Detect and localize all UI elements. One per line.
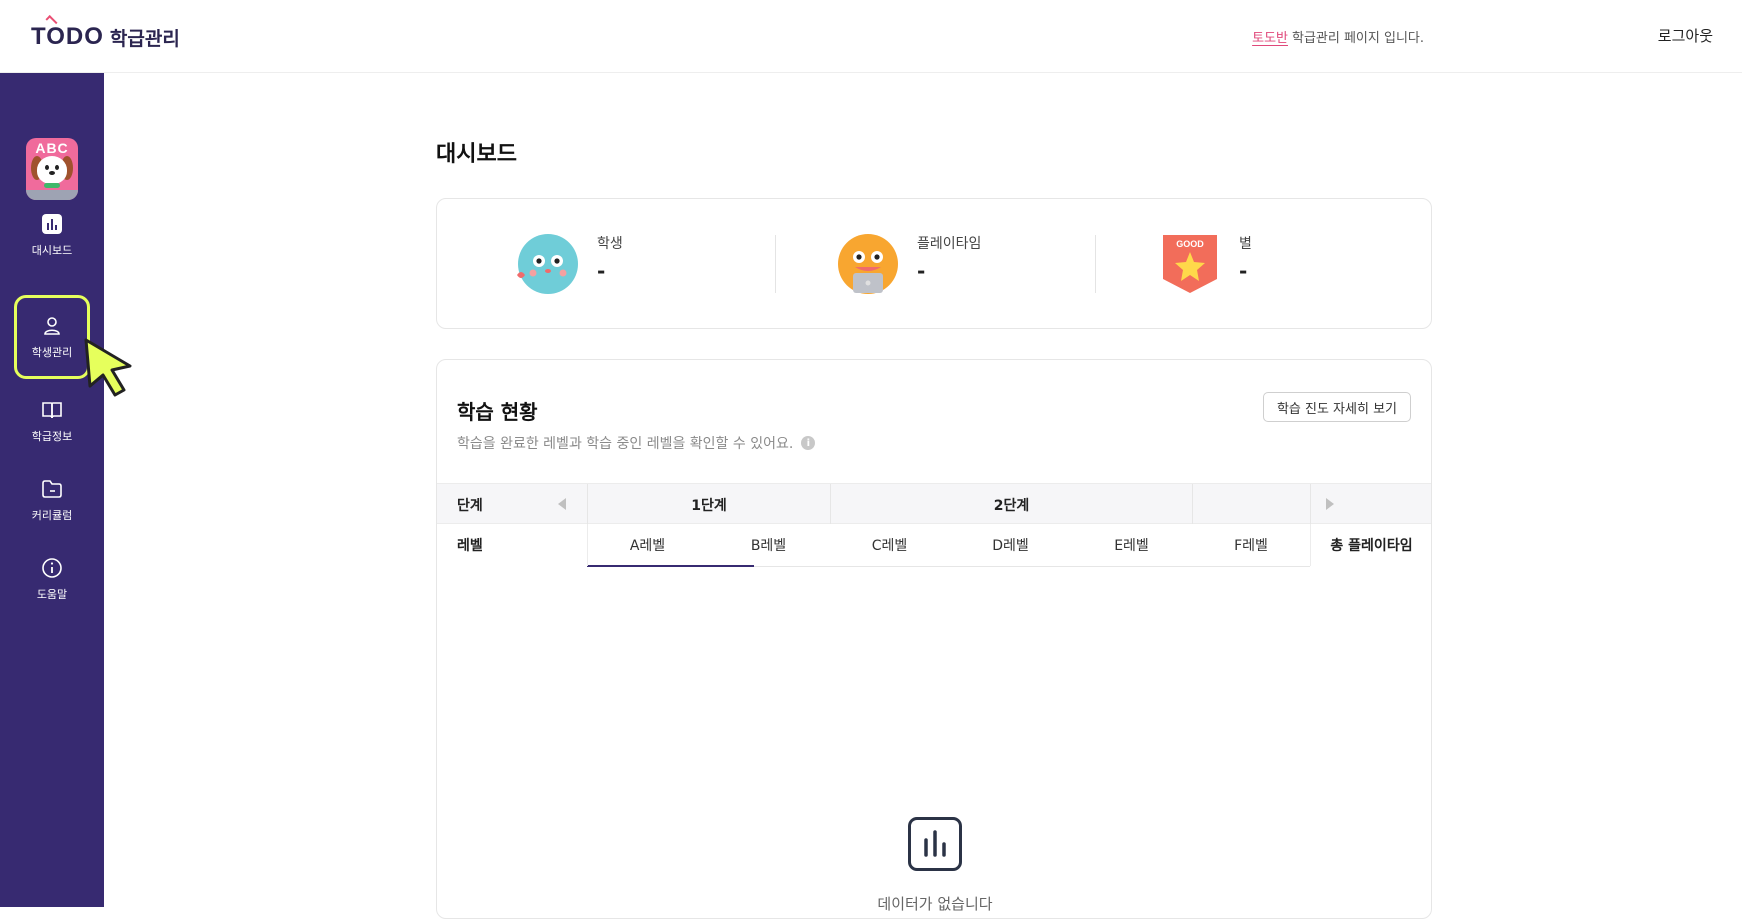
stat-value: - [1239, 259, 1248, 283]
column-separator [1310, 524, 1311, 566]
dog-eye-right [55, 165, 59, 170]
dog-face-icon [37, 156, 67, 184]
stat-students: 학생 - [517, 233, 623, 295]
stat-stars: GOOD 별 - [1159, 233, 1252, 295]
level-tab-e[interactable]: E레벨 [1071, 524, 1192, 566]
page-title: 대시보드 [436, 142, 517, 167]
blue-character-icon [517, 234, 578, 294]
stat-value: - [597, 259, 606, 283]
header-notice: 토도반 학급관리 페이지 입니다. [1252, 27, 1424, 46]
level-tab-a[interactable]: A레벨 [587, 524, 708, 566]
sidebar-item-label: 도움말 [36, 587, 68, 601]
scroll-left-arrow-icon[interactable] [558, 498, 566, 510]
class-name-link[interactable]: 토도반 [1252, 27, 1288, 46]
bar-chart-icon [42, 213, 62, 234]
info-tooltip-icon[interactable]: i [801, 436, 816, 450]
divider [1095, 235, 1096, 293]
empty-chart-icon [908, 817, 962, 871]
orange-character-icon [838, 234, 898, 294]
total-playtime-header: 총 플레이타임 [1330, 538, 1413, 554]
logo-app-name: 학급관리 [109, 27, 180, 50]
dog-collar [44, 183, 60, 188]
notice-text: 학급관리 페이지 입니다. [1292, 31, 1424, 46]
view-progress-detail-button[interactable]: 학습 진도 자세히 보기 [1262, 392, 1411, 422]
dog-eye-left [45, 165, 49, 170]
level-tab-b[interactable]: B레벨 [708, 524, 829, 566]
avatar-abc-text: ABC [35, 140, 69, 156]
stat-label: 별 [1239, 236, 1252, 252]
active-level-indicator [587, 565, 754, 567]
empty-state-message: 데이터가 없습니다 [877, 895, 993, 913]
sidebar-item-curriculum[interactable]: 커리큘럼 [14, 465, 90, 535]
sidebar-item-help[interactable]: 도움말 [14, 544, 90, 614]
avatar-base [26, 190, 78, 200]
badge-text: GOOD [1176, 239, 1204, 249]
stat-value: - [917, 259, 926, 283]
stage-col-2: 2단계 [830, 484, 1192, 525]
stage-col-empty [1192, 484, 1310, 525]
sidebar-item-label: 학생관리 [31, 345, 73, 359]
learning-progress-card: 학습 현황 학습을 완료한 레벨과 학습 중인 레벨을 확인할 수 있어요. i… [436, 359, 1432, 919]
level-header-label: 레벨 [457, 538, 483, 554]
class-avatar[interactable]: ABC [26, 138, 78, 200]
section-subtitle: 학습을 완료한 레벨과 학습 중인 레벨을 확인할 수 있어요. i [457, 433, 816, 453]
top-header: TODO 학급관리 토도반 학급관리 페이지 입니다. 로그아웃 [0, 0, 1742, 73]
stage-col-1: 1단계 [587, 484, 830, 525]
level-tab-f[interactable]: F레벨 [1192, 524, 1310, 566]
bar-chart-outline-icon [924, 830, 946, 857]
app-logo[interactable]: TODO 학급관리 [31, 14, 180, 52]
section-subtitle-text: 학습을 완료한 레벨과 학습 중인 레벨을 확인할 수 있어요. [457, 436, 794, 452]
level-tab-c[interactable]: C레벨 [829, 524, 950, 566]
level-tab-d[interactable]: D레벨 [950, 524, 1071, 566]
sidebar-item-label: 대시보드 [31, 243, 73, 257]
info-icon [42, 557, 62, 578]
person-icon [44, 316, 60, 335]
column-separator [587, 524, 588, 566]
logout-button[interactable]: 로그아웃 [1658, 25, 1713, 46]
scroll-right-arrow-icon[interactable] [1326, 498, 1334, 510]
divider [775, 235, 776, 293]
good-star-badge-icon: GOOD [1163, 235, 1217, 293]
sidebar-item-dashboard[interactable]: 대시보드 [14, 200, 90, 270]
stage-header-row: 단계 1단계 2단계 [437, 483, 1431, 525]
section-title: 학습 현황 [457, 400, 538, 424]
stats-card: 학생 - 플레이타임 - GOOD 별 - [436, 198, 1432, 329]
stat-label: 학생 [597, 236, 623, 252]
logo-wordmark: TODO [31, 14, 104, 51]
stat-label: 플레이타임 [917, 236, 982, 252]
sidebar-item-label: 커리큘럼 [31, 508, 73, 522]
pointer-cursor-icon [84, 338, 132, 397]
sidebar: ABC 대시보드 학생관리 학급정보 커리큘럼 도움말 [0, 73, 104, 907]
folder-icon [42, 479, 62, 498]
sidebar-item-students[interactable]: 학생관리 [14, 295, 90, 379]
sidebar-item-class-info[interactable]: 학급정보 [14, 386, 90, 456]
sidebar-item-label: 학급정보 [31, 429, 73, 443]
dog-nose [49, 171, 55, 175]
stat-playtime: 플레이타임 - [837, 233, 981, 295]
stage-header-label: 단계 [457, 497, 483, 514]
book-icon [42, 401, 62, 418]
